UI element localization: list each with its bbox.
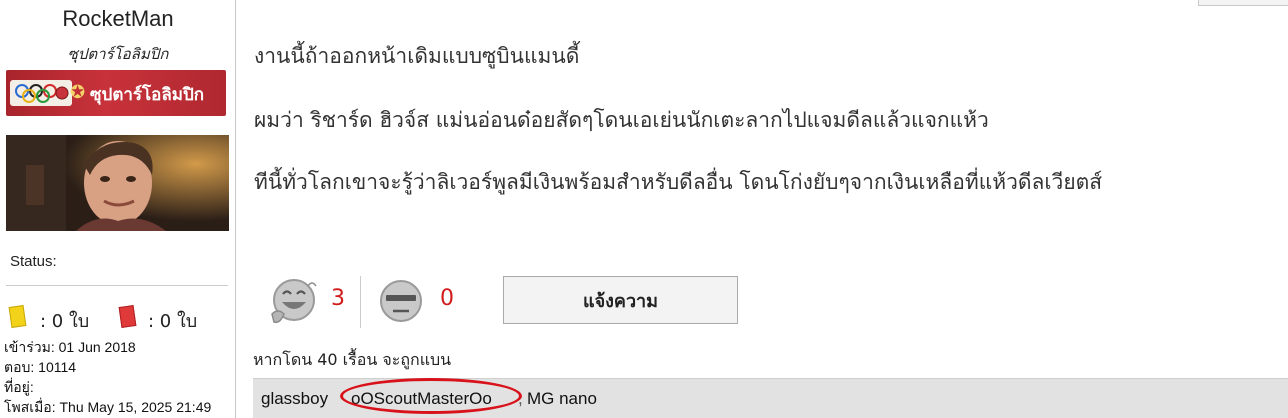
- post-text-line-1: งานนี้ถ้าออกหน้าเดิมแบบซูบินแมนดี้: [254, 44, 580, 68]
- olympic-rings-icon: [10, 80, 72, 106]
- rank-banner-label: ซุปตาร์โอลิมปิก: [90, 85, 205, 105]
- post-text-line-2: ผมว่า ริชาร์ด ฮิวจ์ส แม่นอ่อนด๋อยสัดๆโดน…: [254, 108, 989, 132]
- reply-count: ตอบ: 10114: [4, 359, 77, 375]
- star-icon: ✪: [70, 82, 86, 103]
- location: ที่อยู่:: [4, 379, 34, 395]
- red-card-icon: [118, 305, 137, 328]
- avatar-photo: [6, 135, 229, 231]
- author-rank-title: ซุปตาร์โอลิมปิก: [67, 45, 169, 63]
- yellow-card-count: : 0 ใบ: [40, 311, 90, 332]
- neutral-count: 0: [440, 286, 454, 311]
- avatar[interactable]: [6, 135, 229, 231]
- status-label: Status:: [10, 253, 57, 270]
- neutral-face-icon[interactable]: [378, 278, 424, 324]
- rank-banner: ✪ ซุปตาร์โอลิมปิก: [6, 70, 226, 116]
- voters-list: glassboy oOScoutMasterOo , MG nano: [253, 378, 1288, 418]
- voter-separator: ,: [518, 389, 523, 408]
- like-count: 3: [331, 286, 345, 311]
- report-button[interactable]: แจ้งความ: [503, 276, 738, 324]
- forum-post: RocketMan ซุปตาร์โอลิมปิก ✪ ซุปตาร์โอลิม…: [0, 0, 1288, 418]
- red-card-count: : 0 ใบ: [148, 311, 198, 332]
- post-text-line-3: ทีนี้ทั่วโลกเขาจะรู้ว่าลิเวอร์พูลมีเงินพ…: [254, 170, 1103, 194]
- corner-tab: [1198, 0, 1288, 6]
- post-timestamp: โพสเมื่อ: Thu May 15, 2025 21:49: [4, 399, 212, 415]
- sidebar-divider: [6, 285, 228, 286]
- card-counts: : 0 ใบ : 0 ใบ: [6, 304, 232, 334]
- author-username[interactable]: RocketMan: [0, 6, 236, 32]
- yellow-card-icon: [8, 305, 27, 328]
- voter-name[interactable]: glassboy: [261, 389, 328, 409]
- voter-name[interactable]: oOScoutMasterOo: [351, 389, 492, 409]
- laughing-face-icon[interactable]: [268, 274, 320, 330]
- author-profile-panel: RocketMan ซุปตาร์โอลิมปิก ✪ ซุปตาร์โอลิม…: [0, 0, 236, 418]
- ban-warning: หากโดน 40 เรื้อน จะถูกแบน: [253, 350, 452, 369]
- vote-divider: [360, 276, 361, 328]
- voter-name[interactable]: MG nano: [527, 389, 597, 409]
- joined-date: เข้าร่วม: 01 Jun 2018: [4, 339, 136, 355]
